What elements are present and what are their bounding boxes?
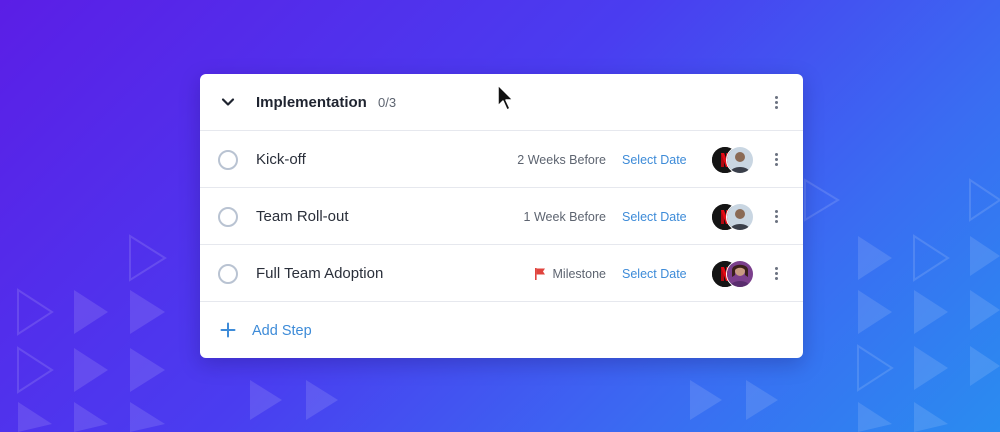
avatar-user xyxy=(726,203,754,231)
step-more-button[interactable] xyxy=(766,206,786,226)
chevron-down-icon[interactable] xyxy=(220,94,236,110)
step-timing: 2 Weeks Before xyxy=(517,153,606,167)
select-date-link[interactable]: Select Date xyxy=(622,267,687,281)
add-step-button[interactable]: Add Step xyxy=(252,323,312,339)
step-label: Team Roll-out xyxy=(256,208,349,225)
step-more-button[interactable] xyxy=(766,149,786,169)
step-more-button[interactable] xyxy=(766,263,786,283)
avatar-user xyxy=(726,260,754,288)
section-more-button[interactable] xyxy=(766,92,786,112)
add-step-row[interactable]: Add Step xyxy=(200,302,803,358)
step-timing: Milestone xyxy=(533,267,606,281)
kebab-menu-icon xyxy=(774,152,778,156)
step-status-checkbox[interactable] xyxy=(218,264,238,284)
kebab-menu-icon xyxy=(774,266,778,270)
step-label: Kick-off xyxy=(256,151,306,168)
step-label: Full Team Adoption xyxy=(256,265,384,282)
kebab-menu-icon xyxy=(774,209,778,213)
mouse-cursor-icon xyxy=(497,84,514,111)
select-date-link[interactable]: Select Date xyxy=(622,153,687,167)
checklist-card: Implementation 0/3 Kick-off 2 Weeks Befo… xyxy=(200,74,803,358)
step-row-kick-off[interactable]: Kick-off 2 Weeks Before Select Date xyxy=(200,131,803,188)
step-row-full-team-adoption[interactable]: Full Team Adoption Milestone Select Date xyxy=(200,245,803,302)
step-status-checkbox[interactable] xyxy=(218,150,238,170)
step-row-team-roll-out[interactable]: Team Roll-out 1 Week Before Select Date xyxy=(200,188,803,245)
flag-icon xyxy=(534,268,545,280)
assignee-avatars[interactable] xyxy=(711,146,755,174)
plus-icon[interactable] xyxy=(220,322,236,338)
kebab-menu-icon xyxy=(774,95,778,99)
step-status-checkbox[interactable] xyxy=(218,207,238,227)
avatar-user xyxy=(726,146,754,174)
assignee-avatars[interactable] xyxy=(711,260,755,288)
progress-count: 0/3 xyxy=(378,95,397,110)
select-date-link[interactable]: Select Date xyxy=(622,210,687,224)
step-timing: 1 Week Before xyxy=(523,210,606,224)
section-title: Implementation xyxy=(256,94,367,111)
assignee-avatars[interactable] xyxy=(711,203,755,231)
